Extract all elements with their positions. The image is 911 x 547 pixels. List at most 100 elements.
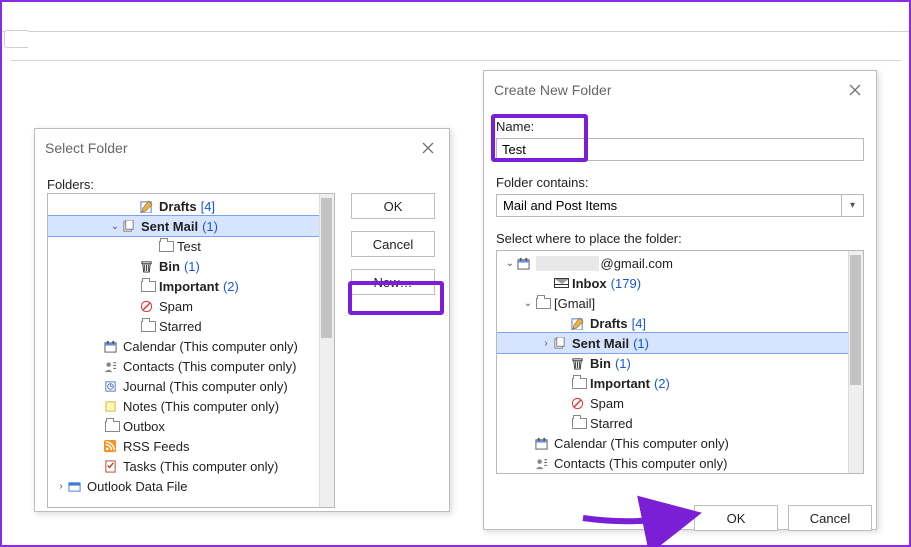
new-button[interactable]: New…	[351, 269, 435, 295]
tree-item[interactable]: Contacts (This computer only)	[497, 453, 863, 473]
close-button[interactable]	[844, 79, 866, 101]
tree-item[interactable]: Test	[48, 236, 334, 256]
cancel-button[interactable]: Cancel	[788, 505, 872, 531]
dialog-titlebar: Create New Folder	[484, 71, 876, 115]
tree-item[interactable]: Starred	[497, 413, 863, 433]
tree-item-label: Tasks (This computer only)	[123, 459, 278, 474]
ok-button[interactable]: OK	[351, 193, 435, 219]
pencil-icon	[571, 315, 584, 331]
tree-item-label: x@gmail.com	[536, 256, 673, 271]
tree-item[interactable]: Notes (This computer only)	[48, 396, 334, 416]
chevron-down-icon[interactable]: ▾	[841, 195, 863, 216]
tree-item[interactable]: Tasks (This computer only)	[48, 456, 334, 476]
folder-icon	[141, 281, 156, 292]
tree-item[interactable]: Drafts[4]	[497, 313, 863, 333]
tree-item-count: [4]	[201, 199, 215, 214]
tree-item[interactable]: Calendar (This computer only)	[48, 336, 334, 356]
tree-item-label: Sent Mail	[572, 336, 629, 351]
scroll-thumb[interactable]	[321, 198, 332, 338]
chevron-down-icon[interactable]: ⌄	[521, 298, 535, 309]
tree-item[interactable]: Spam	[497, 393, 863, 413]
tree-item-label: Journal (This computer only)	[123, 379, 288, 394]
close-button[interactable]	[417, 137, 439, 159]
tree-item[interactable]: Inbox(179)	[497, 273, 863, 293]
tree-item[interactable]: Bin(1)	[48, 256, 334, 276]
pencil-icon	[140, 198, 153, 214]
contacts-icon	[104, 358, 117, 374]
tree-item[interactable]: Journal (This computer only)	[48, 376, 334, 396]
dialog-title: Select Folder	[45, 140, 127, 156]
tree-item-label: Drafts	[159, 199, 197, 214]
chevron-right-icon[interactable]: ›	[539, 338, 553, 349]
tree-item[interactable]: Calendar (This computer only)	[497, 433, 863, 453]
close-icon	[849, 84, 861, 96]
ribbon-tab-ghost	[4, 30, 28, 48]
tree-item[interactable]: Important (2)	[497, 373, 863, 393]
tree-item[interactable]: Spam	[48, 296, 334, 316]
tree-item-count: (1)	[184, 259, 200, 274]
chevron-down-icon[interactable]: ⌄	[108, 221, 122, 232]
tree-item-label: Bin	[590, 356, 611, 371]
create-folder-dialog: Create New Folder Name: Folder contains:…	[483, 70, 877, 530]
tree-item-label: Spam	[590, 396, 624, 411]
name-label: Name:	[496, 119, 864, 134]
tree-item-label: Outlook Data File	[87, 479, 187, 494]
tree-item-label: Important	[159, 279, 219, 294]
folders-label: Folders:	[47, 177, 437, 192]
folders-tree[interactable]: Drafts[4]⌄Sent Mail(1)TestBin(1)Importan…	[47, 193, 335, 508]
folder-icon	[572, 418, 587, 429]
pages-icon	[553, 335, 566, 351]
tree-item-label: Important	[590, 376, 650, 391]
tree-item-label: Inbox	[572, 276, 607, 291]
tree-item-label: Outbox	[123, 419, 165, 434]
scroll-thumb[interactable]	[850, 255, 861, 385]
ok-button[interactable]: OK	[694, 505, 778, 531]
tree-item[interactable]: › Sent Mail (1)	[497, 333, 863, 353]
cancel-button[interactable]: Cancel	[351, 231, 435, 257]
notes-icon	[104, 398, 117, 414]
tree-item-label: Contacts (This computer only)	[554, 456, 727, 471]
tree-item[interactable]: Starred	[48, 316, 334, 336]
name-input[interactable]	[496, 138, 864, 161]
tree-item[interactable]: ⌄ x@gmail.com	[497, 253, 863, 273]
tree-item-label: Sent Mail	[141, 219, 198, 234]
trash-icon	[140, 258, 153, 274]
contains-combo[interactable]: Mail and Post Items ▾	[496, 194, 864, 217]
select-folder-dialog: Select Folder Folders: Drafts[4]⌄Sent Ma…	[34, 128, 450, 512]
tree-body: Drafts[4]⌄Sent Mail(1)TestBin(1)Importan…	[48, 194, 334, 498]
tree-item[interactable]: Bin (1)	[497, 353, 863, 373]
tree-item[interactable]: ⌄[Gmail]	[497, 293, 863, 313]
inbox-icon	[554, 278, 569, 288]
tasks-icon	[104, 458, 117, 474]
tree-item-count: (1)	[633, 336, 649, 351]
tree-item[interactable]: ⌄Sent Mail(1)	[48, 216, 334, 236]
dialog-body: Folders: Drafts[4]⌄Sent Mail(1)TestBin(1…	[35, 177, 449, 208]
block-icon	[571, 395, 584, 411]
tree-item[interactable]: Contacts (This computer only)	[48, 356, 334, 376]
scrollbar[interactable]	[319, 194, 334, 507]
folder-icon	[536, 298, 551, 309]
chevron-down-icon[interactable]: ⌄	[503, 258, 517, 269]
divider	[10, 60, 901, 61]
tree-item[interactable]: Drafts [4]	[48, 196, 334, 216]
tree-item-count: [4]	[632, 316, 646, 331]
tree-item-count: (1)	[615, 356, 631, 371]
contains-label: Folder contains:	[496, 175, 864, 190]
tree-item-label: Starred	[159, 319, 202, 334]
where-tree[interactable]: ⌄x@gmail.comInbox(179)⌄[Gmail]Drafts[4]›…	[496, 250, 864, 474]
folder-icon	[105, 421, 120, 432]
dialog-body: Name: Folder contains: Mail and Post Ite…	[484, 119, 876, 537]
calendar-icon	[104, 338, 117, 354]
tree-item-count: (2)	[654, 376, 670, 391]
tree-item[interactable]: RSS Feeds	[48, 436, 334, 456]
scrollbar[interactable]	[848, 251, 863, 473]
tree-item[interactable]: › Outlook Data File	[48, 476, 334, 496]
tree-item[interactable]: Outbox	[48, 416, 334, 436]
dialog-title: Create New Folder	[494, 82, 612, 98]
folder-icon	[572, 378, 587, 389]
tree-item[interactable]: Important(2)	[48, 276, 334, 296]
combo-value: Mail and Post Items	[497, 195, 841, 216]
chevron-right-icon[interactable]: ›	[54, 481, 68, 492]
contacts-icon	[535, 455, 548, 471]
where-label: Select where to place the folder:	[496, 231, 864, 246]
